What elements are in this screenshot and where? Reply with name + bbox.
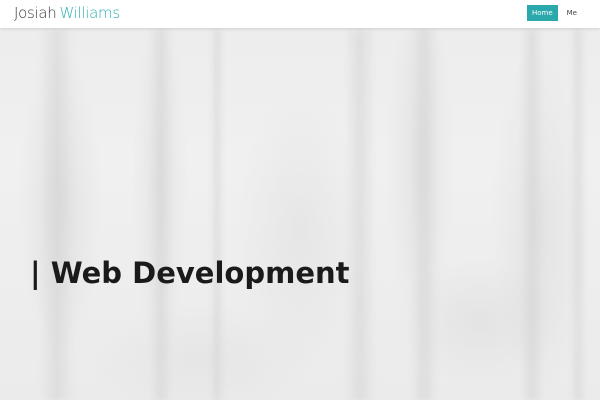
main-nav: Home Me	[526, 5, 582, 21]
page: Josiah Williams Home Me | Web Development	[0, 0, 600, 400]
brand-logo[interactable]: Josiah Williams	[14, 3, 120, 23]
brand-last-name: Williams	[59, 4, 120, 22]
hero-background-image	[0, 0, 600, 400]
nav-item-me[interactable]: Me	[562, 5, 582, 21]
nav-item-home[interactable]: Home	[526, 5, 558, 21]
brand-first-name: Josiah	[14, 4, 57, 22]
hero-headline: | Web Development	[30, 256, 350, 291]
top-navbar: Josiah Williams Home Me	[0, 0, 600, 28]
